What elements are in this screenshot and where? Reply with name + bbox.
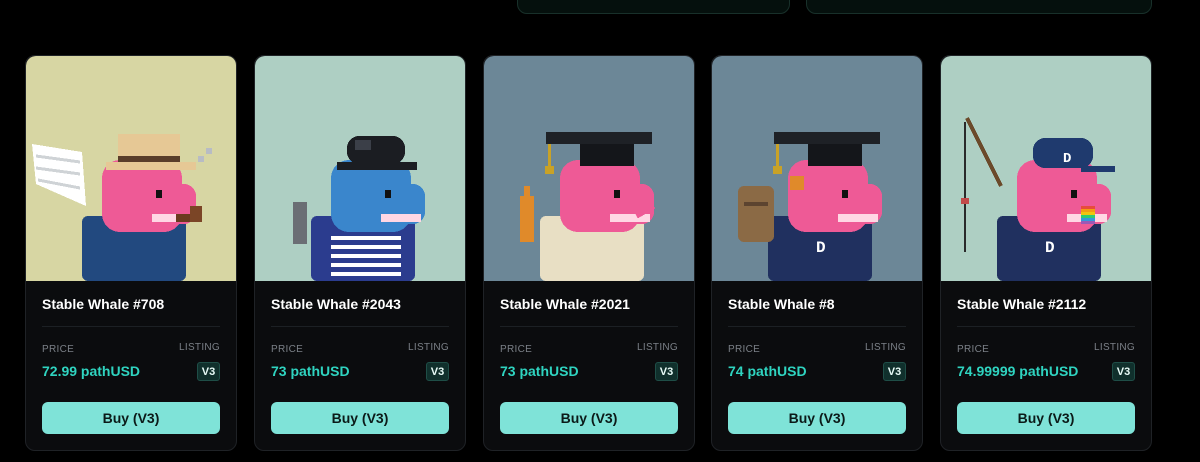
whale-illustration <box>484 56 694 281</box>
card-divider <box>271 326 449 327</box>
price-label: PRICE <box>728 344 761 355</box>
price-label: PRICE <box>271 344 304 355</box>
svg-text:D: D <box>1045 239 1055 257</box>
nft-card[interactable]: Stable Whale #2021 PRICE LISTING 73 path… <box>483 55 695 451</box>
nft-card[interactable]: Stable Whale #2043 PRICE LISTING 73 path… <box>254 55 466 451</box>
nft-name: Stable Whale #2112 <box>957 296 1087 312</box>
buy-button[interactable]: Buy (V3) <box>271 402 449 434</box>
nft-image[interactable] <box>26 56 236 281</box>
card-divider <box>728 326 906 327</box>
version-badge: V3 <box>655 362 678 381</box>
version-badge: V3 <box>883 362 906 381</box>
whale-illustration: DD <box>941 56 1151 281</box>
nft-card[interactable]: DD Stable Whale #2112 PRICE LISTING 74.9… <box>940 55 1152 451</box>
nft-name: Stable Whale #2043 <box>271 296 401 312</box>
nft-image[interactable] <box>484 56 694 281</box>
svg-text:D: D <box>816 239 826 257</box>
top-panel-left <box>517 0 790 14</box>
price-value: 73 pathUSD <box>271 363 350 379</box>
whale-illustration <box>26 56 236 281</box>
nft-image[interactable]: DD <box>941 56 1151 281</box>
listing-label: LISTING <box>408 342 449 353</box>
card-divider <box>957 326 1135 327</box>
version-badge: V3 <box>197 362 220 381</box>
price-value: 72.99 pathUSD <box>42 363 141 379</box>
price-label: PRICE <box>957 344 990 355</box>
nft-image[interactable] <box>255 56 465 281</box>
price-value: 73 pathUSD <box>500 363 579 379</box>
nft-image[interactable]: D <box>712 56 922 281</box>
listing-label: LISTING <box>179 342 220 353</box>
buy-button[interactable]: Buy (V3) <box>957 402 1135 434</box>
card-divider <box>500 326 678 327</box>
svg-text:D: D <box>1063 151 1071 167</box>
nft-card[interactable]: D Stable Whale #8 PRICE LISTING 74 pathU… <box>711 55 923 451</box>
nft-name: Stable Whale #708 <box>42 296 165 312</box>
price-label: PRICE <box>42 344 75 355</box>
version-badge: V3 <box>1112 362 1135 381</box>
nft-card[interactable]: Stable Whale #708 PRICE LISTING 72.99 pa… <box>25 55 237 451</box>
listing-label: LISTING <box>865 342 906 353</box>
buy-button[interactable]: Buy (V3) <box>500 402 678 434</box>
version-badge: V3 <box>426 362 449 381</box>
card-divider <box>42 326 220 327</box>
price-value: 74 pathUSD <box>728 363 807 379</box>
buy-button[interactable]: Buy (V3) <box>728 402 906 434</box>
nft-name: Stable Whale #8 <box>728 296 835 312</box>
buy-button[interactable]: Buy (V3) <box>42 402 220 434</box>
listing-label: LISTING <box>1094 342 1135 353</box>
top-panel-right <box>806 0 1152 14</box>
nft-name: Stable Whale #2021 <box>500 296 630 312</box>
whale-illustration <box>255 56 465 281</box>
listing-label: LISTING <box>637 342 678 353</box>
whale-illustration: D <box>712 56 922 281</box>
price-label: PRICE <box>500 344 533 355</box>
price-value: 74.99999 pathUSD <box>957 363 1079 379</box>
